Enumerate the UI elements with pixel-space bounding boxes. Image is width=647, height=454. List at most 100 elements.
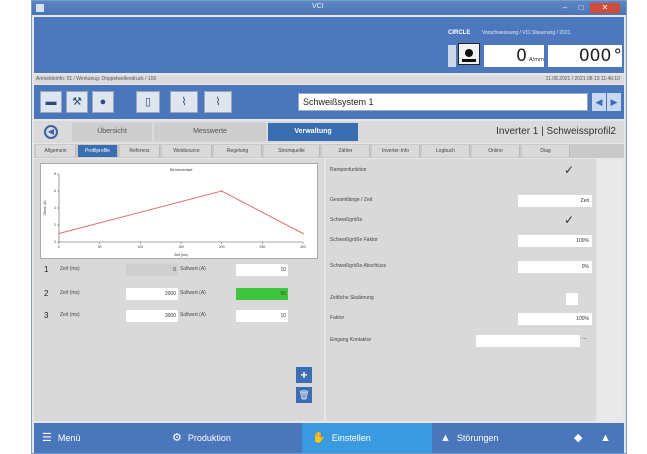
- path-bar: Anmeldeinfo: 01 / Werkzeug: Doppelwellen…: [34, 75, 624, 84]
- step-setpoint-label: Sollwert (A): [180, 290, 206, 296]
- subtab-general[interactable]: Allgemein: [36, 145, 76, 157]
- step-time-field[interactable]: 2000: [126, 288, 178, 300]
- step-time-label: Zeit (ms): [60, 312, 80, 318]
- subtab-counter[interactable]: Zähler: [322, 145, 370, 157]
- next-system-button[interactable]: ▶: [607, 93, 621, 111]
- step-setpoint-field[interactable]: 10: [236, 264, 288, 276]
- step-setpoint-field[interactable]: 10: [236, 310, 288, 322]
- prop-value-field[interactable]: Zeit: [518, 195, 592, 207]
- chart-title: Stromverlauf: [170, 167, 194, 172]
- prop-label: Gesamtlänge / Zeit: [330, 197, 373, 203]
- wrench-icon: ⚒: [72, 96, 82, 108]
- angle-unit: °: [613, 46, 623, 66]
- record-toggle[interactable]: [458, 43, 480, 65]
- close-button[interactable]: ✕: [590, 3, 620, 13]
- x-tick-label: 150: [178, 245, 184, 249]
- step-number: 2: [44, 289, 49, 298]
- prop-value-field[interactable]: 100%: [518, 235, 592, 247]
- chart-icon: ⌇: [181, 96, 187, 108]
- contactor-input-field[interactable]: [476, 335, 580, 347]
- settings-hand-icon: ✋: [312, 432, 326, 444]
- chart2-button[interactable]: ⌇: [204, 91, 232, 113]
- minimize-button[interactable]: –: [558, 3, 572, 13]
- wrench-button[interactable]: ⚒: [66, 91, 88, 113]
- subtab-powersource[interactable]: Stromquelle: [264, 145, 320, 157]
- browse-button[interactable]: ...: [582, 335, 587, 341]
- angle-readout: 000 °: [548, 45, 622, 67]
- subtab-online[interactable]: Online: [472, 145, 520, 157]
- step-row: 1 Zeit (ms) 0 Sollwert (A) 10: [40, 263, 318, 277]
- delete-step-button[interactable]: 🗑: [296, 387, 312, 403]
- nav-faults[interactable]: ▲ Störungen: [440, 423, 560, 453]
- prev-system-button[interactable]: ◀: [592, 93, 606, 111]
- sub-tabs: Allgemein Profilprofile Referenz Weldsou…: [34, 144, 624, 158]
- prop-value-field[interactable]: 100%: [518, 313, 592, 325]
- page-icon: ▯: [144, 96, 152, 108]
- back-button[interactable]: ◆: [574, 423, 594, 453]
- step-time-label: Zeit (ms): [60, 290, 80, 296]
- tab-management[interactable]: Verwaltung: [268, 123, 358, 141]
- nav-menu[interactable]: ☰ Menü: [42, 423, 162, 453]
- data-point: [58, 232, 60, 235]
- current-readout: 0 A/mm: [484, 45, 544, 67]
- window-title: VCI: [312, 3, 324, 10]
- chart-svg: Stromverlauf Zeit (ms) Strom (A) 0 50 100 150 2…: [43, 167, 306, 257]
- folder-button[interactable]: ▬: [40, 91, 62, 113]
- up-button[interactable]: ▲: [600, 423, 620, 453]
- data-point: [302, 232, 304, 235]
- add-step-button[interactable]: +: [296, 367, 312, 383]
- level-indicator: [448, 45, 456, 67]
- back-circle-icon[interactable]: ◀: [44, 125, 58, 139]
- prop-contactor-input: Eingang Kontaktor ...: [326, 333, 596, 349]
- step-number: 1: [44, 265, 49, 274]
- nav-production[interactable]: ⚙ Produktion: [172, 423, 292, 453]
- time-scaling-checkbox[interactable]: [566, 293, 578, 305]
- warning-icon: ▲: [440, 432, 451, 444]
- prop-label: Rampenfunktion: [330, 167, 367, 173]
- toolbar: ▬ ⚒ ● ▯ ⌇ ⌇ Schweißsystem 1 ◀ ▶: [34, 85, 624, 119]
- step-time-field[interactable]: 3000: [126, 310, 178, 322]
- subtab-logbook[interactable]: Logbuch: [422, 145, 470, 157]
- chart-button[interactable]: ⌇: [170, 91, 198, 113]
- check-icon[interactable]: ✓: [564, 163, 574, 177]
- drop-button[interactable]: ●: [92, 91, 114, 113]
- subtab-profiles[interactable]: Profilprofile: [78, 145, 118, 157]
- system-name-field[interactable]: Schweißsystem 1: [298, 93, 588, 111]
- app-window: VCI – □ ✕ CIRCLE Vorschweissung / VCI St…: [31, 0, 627, 454]
- inverter-title: Inverter 1 | Schweissprofil2: [496, 126, 616, 137]
- app-icon: [36, 4, 44, 12]
- tab-overview[interactable]: Übersicht: [72, 123, 152, 141]
- current-value: 0: [516, 46, 527, 66]
- prop-time-scaling: Zeitliche Skalierung: [326, 291, 596, 307]
- prop-label: Eingang Kontaktor: [330, 337, 372, 343]
- step-row: 3 Zeit (ms) 3000 Sollwert (A) 10: [40, 309, 318, 323]
- subtab-inverter-info[interactable]: Inverter-Info: [372, 145, 420, 157]
- x-tick-label: 300: [300, 245, 306, 249]
- page-button[interactable]: ▯: [136, 91, 160, 113]
- subtab-diag[interactable]: Diag: [522, 145, 570, 157]
- nav-menu-label: Menü: [57, 433, 81, 443]
- path-info: Anmeldeinfo: 01 / Werkzeug: Doppelwellen…: [36, 76, 157, 82]
- prop-ramp: Rampenfunktion ✓: [326, 163, 596, 179]
- bottom-nav: ☰ Menü ⚙ Produktion ✋ Einstellen ▲ Störungen…: [34, 423, 624, 453]
- production-icon: ⚙: [172, 432, 182, 444]
- y-tick-label: 4: [54, 206, 56, 210]
- prop-value-field[interactable]: 0%: [518, 261, 592, 273]
- step-time-label: Zeit (ms): [60, 266, 80, 272]
- nav-settings[interactable]: ✋ Einstellen: [302, 423, 432, 453]
- tab-measurements[interactable]: Messwerte: [154, 123, 266, 141]
- status-header: CIRCLE Vorschweissung / VCI Steuerung / …: [34, 17, 624, 73]
- profile-chart: Stromverlauf Zeit (ms) Strom (A) 0 50 100 150 2…: [40, 163, 318, 259]
- step-setpoint-field[interactable]: 50: [236, 288, 288, 300]
- subtab-weldsource[interactable]: Weldsource: [162, 145, 212, 157]
- subtab-reference[interactable]: Referenz: [120, 145, 160, 157]
- step-row: 2 Zeit (ms) 2000 Sollwert (A) 50: [40, 287, 318, 301]
- subtab-control[interactable]: Regelung: [214, 145, 262, 157]
- scrollbar[interactable]: [598, 159, 622, 421]
- check-icon[interactable]: ✓: [564, 213, 574, 227]
- step-number: 3: [44, 311, 49, 320]
- current-unit: A/mm: [529, 57, 544, 63]
- x-tick-label: 100: [137, 245, 143, 249]
- drop-icon: ●: [99, 96, 107, 108]
- maximize-button[interactable]: □: [574, 3, 588, 13]
